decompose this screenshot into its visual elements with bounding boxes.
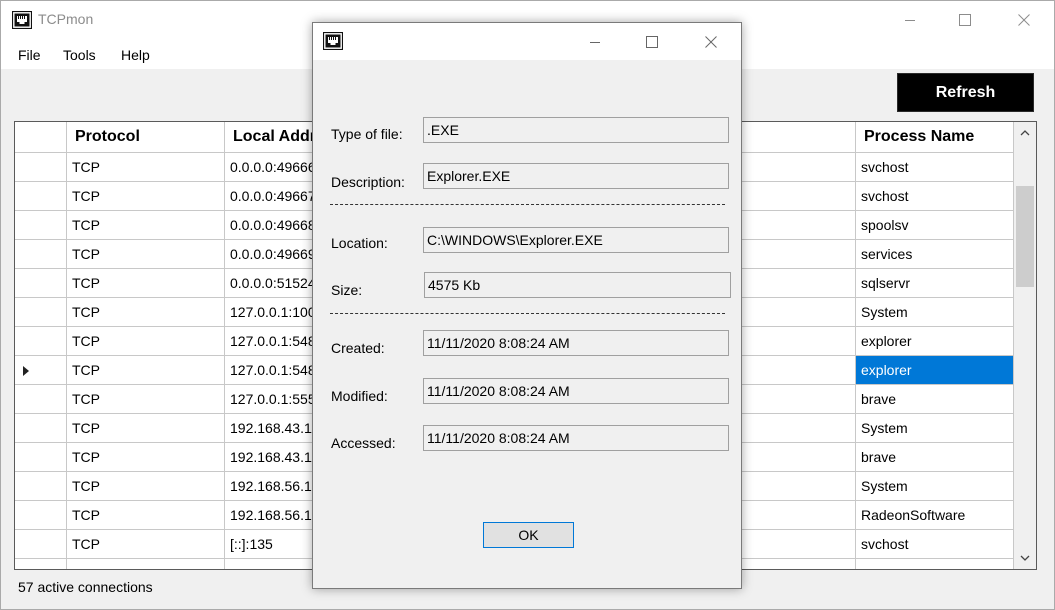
location-field: C:\WINDOWS\Explorer.EXE xyxy=(423,227,729,253)
refresh-button[interactable]: Refresh xyxy=(897,73,1034,112)
dialog-title-bar[interactable] xyxy=(313,23,741,60)
cell-process-name[interactable]: explorer xyxy=(856,327,1014,356)
scroll-down-button[interactable] xyxy=(1014,547,1036,569)
cell-protocol[interactable]: TCP xyxy=(67,269,225,298)
cell-protocol[interactable]: TCP xyxy=(67,443,225,472)
cell-process-name[interactable]: svchost xyxy=(856,153,1014,182)
dialog-minimize-button[interactable] xyxy=(572,23,618,60)
created-label: Created: xyxy=(331,340,385,356)
minimize-button[interactable] xyxy=(887,1,933,39)
close-button[interactable] xyxy=(1001,1,1047,39)
type-field: .EXE xyxy=(423,117,729,143)
chevron-up-icon xyxy=(1020,130,1030,136)
cell-process-name[interactable]: brave xyxy=(856,443,1014,472)
cell-protocol[interactable]: TCP xyxy=(67,414,225,443)
network-port-icon xyxy=(323,32,343,50)
cell-protocol[interactable]: TCP xyxy=(67,240,225,269)
row-header-cell[interactable] xyxy=(15,414,67,443)
cell-process-name[interactable]: System xyxy=(856,414,1014,443)
dialog-maximize-button[interactable] xyxy=(629,23,675,60)
minimize-icon xyxy=(905,20,915,21)
menu-tools[interactable]: Tools xyxy=(63,47,96,63)
modified-label: Modified: xyxy=(331,388,388,404)
cell-protocol[interactable] xyxy=(67,559,225,569)
close-icon xyxy=(1018,14,1030,26)
row-header-cell[interactable] xyxy=(15,443,67,472)
cell-protocol[interactable]: TCP xyxy=(67,211,225,240)
column-header-protocol[interactable]: Protocol xyxy=(67,122,225,153)
cell-protocol[interactable]: TCP xyxy=(67,298,225,327)
window-title: TCPmon xyxy=(38,11,94,27)
row-header-column[interactable] xyxy=(15,122,67,153)
file-properties-dialog: Type of file: .EXE Description: Explorer… xyxy=(312,22,742,589)
size-label: Size: xyxy=(331,282,363,298)
cell-protocol[interactable]: TCP xyxy=(67,327,225,356)
row-header-cell[interactable] xyxy=(15,153,67,182)
minimize-icon xyxy=(590,41,600,43)
menu-help[interactable]: Help xyxy=(121,47,150,63)
accessed-field: 11/11/2020 8:08:24 AM xyxy=(423,425,729,451)
status-bar-text: 57 active connections xyxy=(18,579,153,595)
accessed-label: Accessed: xyxy=(331,435,396,451)
menu-file[interactable]: File xyxy=(18,47,41,63)
network-port-icon xyxy=(12,11,32,29)
cell-protocol[interactable]: TCP xyxy=(67,356,225,385)
type-label: Type of file: xyxy=(331,126,403,142)
maximize-icon xyxy=(646,35,658,48)
maximize-icon xyxy=(959,14,971,26)
cell-protocol[interactable]: TCP xyxy=(67,501,225,530)
vertical-scrollbar[interactable] xyxy=(1014,122,1036,569)
cell-process-name[interactable]: sqlservr xyxy=(856,269,1014,298)
current-row-arrow-icon xyxy=(23,366,29,376)
separator xyxy=(330,204,725,205)
cell-protocol[interactable]: TCP xyxy=(67,530,225,559)
row-header-cell[interactable] xyxy=(15,240,67,269)
row-header-cell[interactable] xyxy=(15,327,67,356)
cell-process-name[interactable]: System xyxy=(856,472,1014,501)
description-field: Explorer.EXE xyxy=(423,163,729,189)
cell-process-name[interactable]: svchost xyxy=(856,530,1014,559)
row-header-cell[interactable] xyxy=(15,501,67,530)
cell-process-name[interactable]: RadeonSoftware xyxy=(856,501,1014,530)
scroll-up-button[interactable] xyxy=(1014,122,1036,144)
row-header-cell[interactable] xyxy=(15,211,67,240)
row-header-cell[interactable] xyxy=(15,182,67,211)
size-field: 4575 Kb xyxy=(424,272,731,298)
scrollbar-thumb[interactable] xyxy=(1016,186,1034,287)
row-header-cell[interactable] xyxy=(15,530,67,559)
location-label: Location: xyxy=(331,235,388,251)
ok-button[interactable]: OK xyxy=(483,522,574,548)
close-icon xyxy=(705,35,717,48)
cell-process-name[interactable]: System xyxy=(856,298,1014,327)
cell-protocol[interactable]: TCP xyxy=(67,472,225,501)
cell-process-name[interactable]: services xyxy=(856,240,1014,269)
created-field: 11/11/2020 8:08:24 AM xyxy=(423,330,729,356)
description-label: Description: xyxy=(331,174,405,190)
row-header-cell[interactable] xyxy=(15,559,67,569)
maximize-button[interactable] xyxy=(942,1,988,39)
cell-protocol[interactable]: TCP xyxy=(67,385,225,414)
separator xyxy=(330,313,725,314)
cell-process-name[interactable]: explorer xyxy=(856,356,1014,385)
cell-process-name[interactable]: svchost xyxy=(856,182,1014,211)
dialog-close-button[interactable] xyxy=(688,23,734,60)
chevron-down-icon xyxy=(1020,555,1030,561)
row-header-cell[interactable] xyxy=(15,472,67,501)
row-header-cell[interactable] xyxy=(15,385,67,414)
cell-protocol[interactable]: TCP xyxy=(67,153,225,182)
row-header-cell[interactable] xyxy=(15,298,67,327)
modified-field: 11/11/2020 8:08:24 AM xyxy=(423,378,729,404)
cell-protocol[interactable]: TCP xyxy=(67,182,225,211)
row-header-cell[interactable] xyxy=(15,269,67,298)
cell-process-name[interactable]: brave xyxy=(856,385,1014,414)
cell-process-name[interactable] xyxy=(856,559,1014,569)
row-header-cell[interactable] xyxy=(15,356,67,385)
column-header-process-name[interactable]: Process Name xyxy=(856,122,1014,153)
cell-process-name[interactable]: spoolsv xyxy=(856,211,1014,240)
